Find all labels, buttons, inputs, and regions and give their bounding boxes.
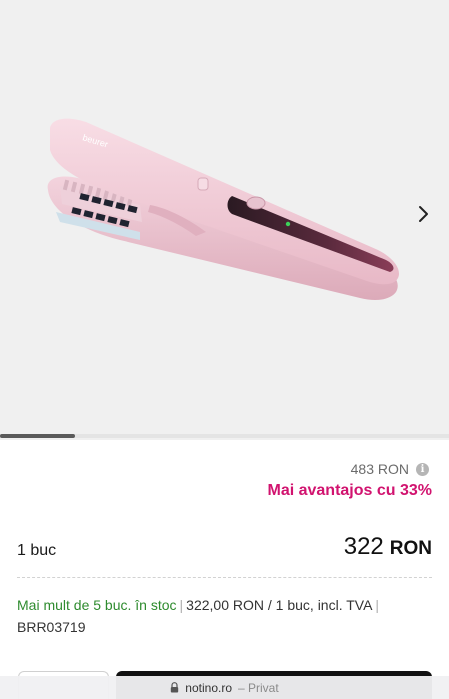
current-price: 322 RON xyxy=(344,533,432,561)
gallery-progress-track xyxy=(0,434,449,438)
lock-icon xyxy=(171,682,179,693)
browser-mode: – Privat xyxy=(238,680,279,695)
old-price: 483 RON xyxy=(350,461,409,477)
divider xyxy=(17,577,432,578)
availability-info: Mai mult de 5 buc. în stoc | 322,00 RON / … xyxy=(17,594,427,638)
separator: | xyxy=(375,597,380,613)
discount-text: Mai avantajos cu 33% xyxy=(267,482,432,499)
product-image-gallery[interactable]: beurer xyxy=(0,0,449,440)
browser-address-bar[interactable]: notino.ro – Privat xyxy=(0,676,449,699)
unit-price: 322,00 RON / 1 buc, incl. TVA xyxy=(186,597,373,613)
chevron-right-icon xyxy=(419,206,428,222)
quantity-label: 1 buc xyxy=(17,542,57,559)
price-value: 322 xyxy=(343,533,384,560)
price-currency: RON xyxy=(389,538,432,559)
product-image: beurer xyxy=(47,118,400,300)
product-code: BRR03719 xyxy=(17,619,86,635)
next-image-button[interactable] xyxy=(408,198,440,230)
browser-domain: notino.ro xyxy=(185,680,232,695)
info-icon[interactable]: i xyxy=(416,462,429,476)
old-price-row: 483 RON i xyxy=(351,461,429,477)
stock-status: Mai mult de 5 buc. în stoc xyxy=(17,597,177,613)
gallery-progress-indicator xyxy=(0,434,75,438)
separator: | xyxy=(179,597,184,613)
